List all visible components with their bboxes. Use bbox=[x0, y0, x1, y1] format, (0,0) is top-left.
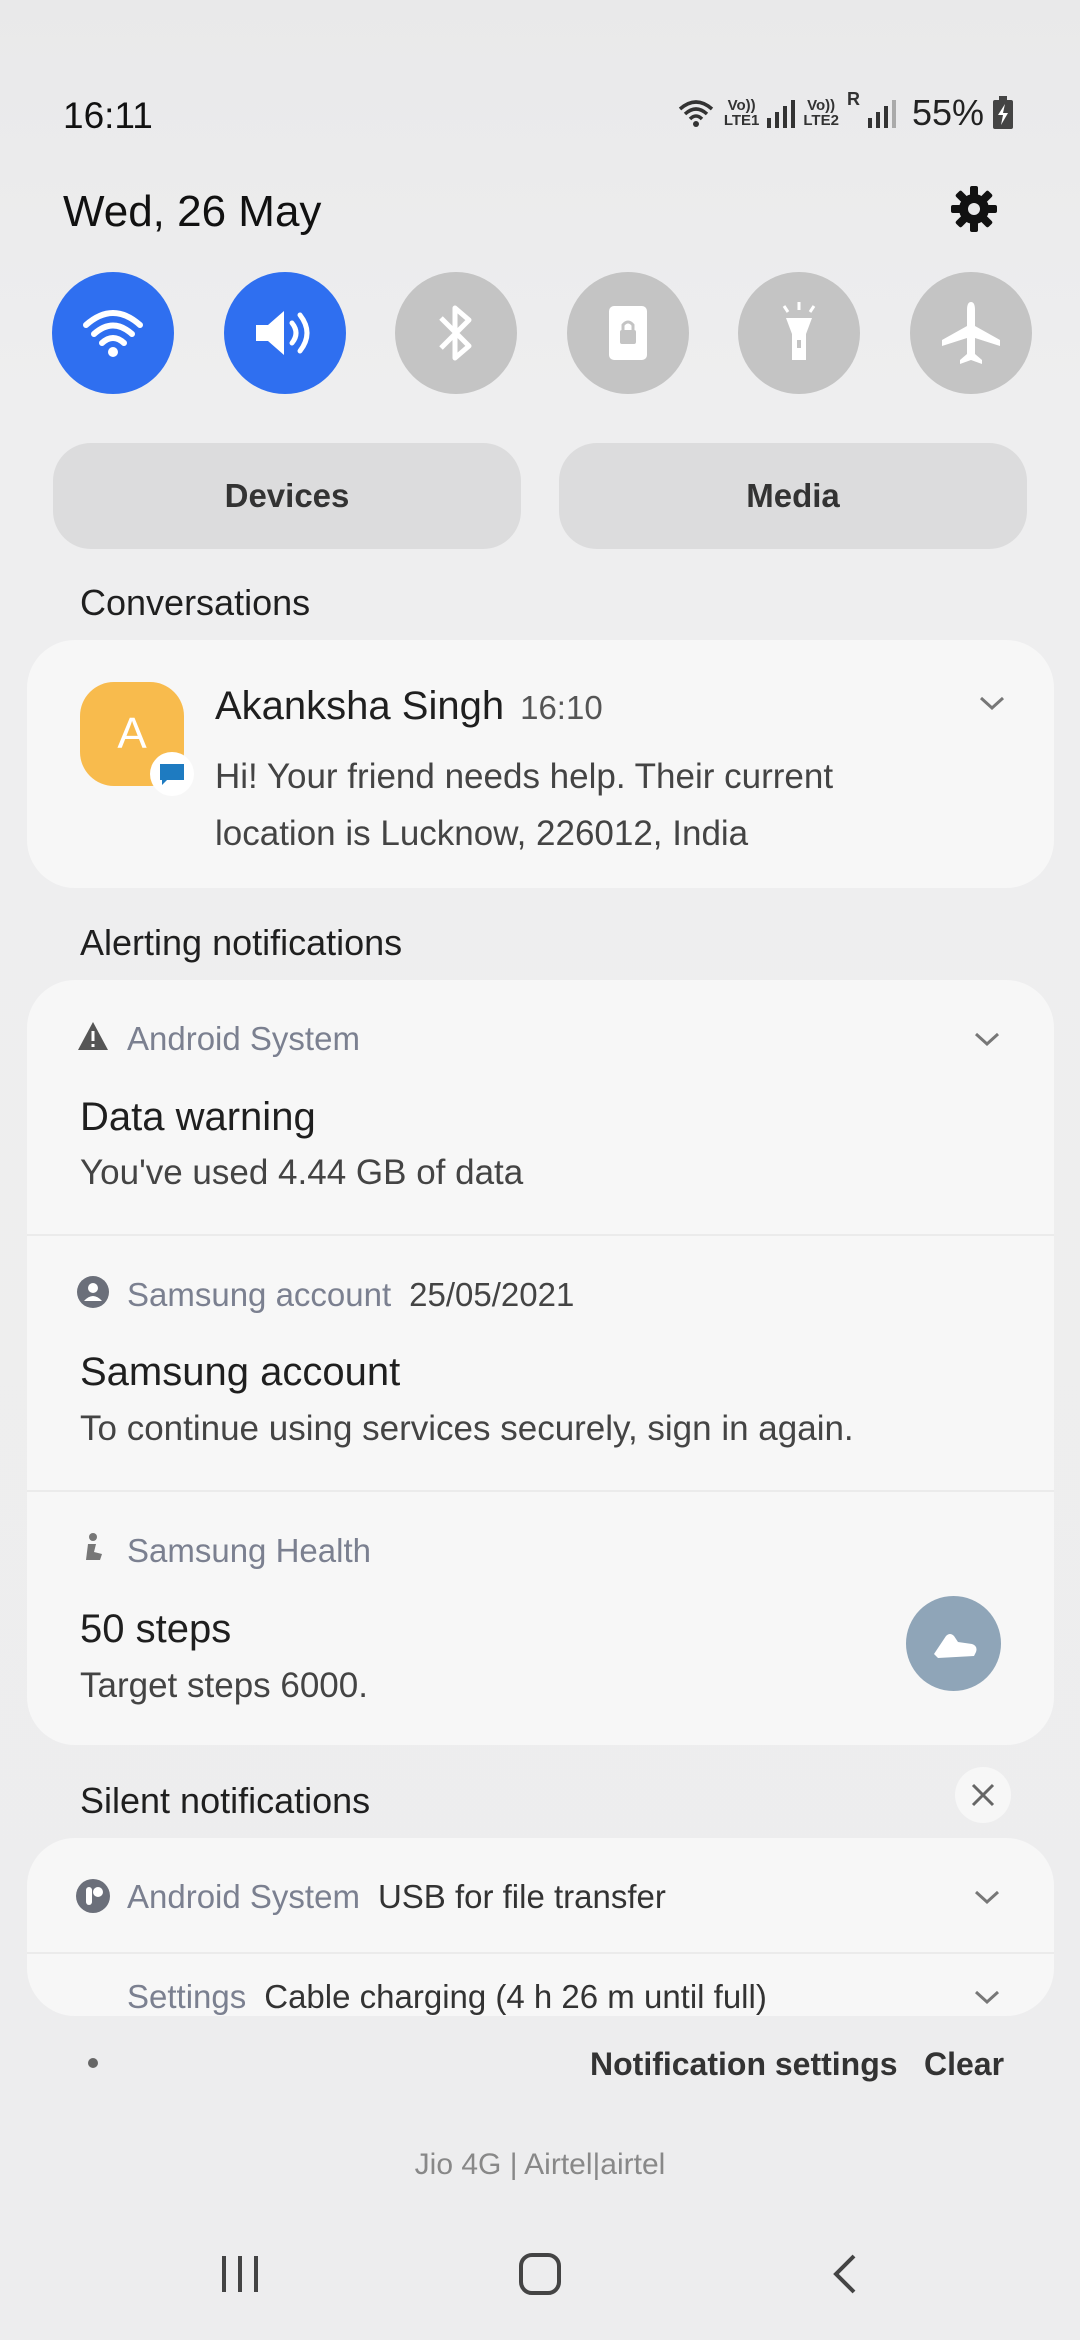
rotation-lock-toggle[interactable] bbox=[566, 272, 689, 394]
dismiss-silent-button[interactable] bbox=[955, 1767, 1011, 1823]
app-name: Settings bbox=[127, 1978, 247, 2015]
chevron-down-icon[interactable] bbox=[970, 1022, 1004, 1056]
chevron-down-icon[interactable] bbox=[970, 1980, 1004, 2014]
notification-title: Data warning bbox=[80, 1095, 316, 1139]
conversations-header: Conversations bbox=[80, 582, 311, 623]
notification-text: Cable charging (4 h 26 m until full) bbox=[264, 1978, 767, 2015]
page-indicator-dot bbox=[88, 2058, 98, 2068]
health-action-button[interactable] bbox=[906, 1596, 1001, 1691]
android-system-icon bbox=[76, 1879, 110, 1913]
notification-title: 50 steps bbox=[80, 1607, 232, 1651]
carrier-label: Jio 4G | Airtel|airtel bbox=[414, 2148, 666, 2181]
quick-settings-row bbox=[52, 272, 1032, 394]
notification-body: You've used 4.44 GB of data bbox=[80, 1153, 524, 1192]
silent-header: Silent notifications bbox=[80, 1780, 371, 1821]
chevron-down-icon[interactable] bbox=[970, 1880, 1004, 1914]
conversation-header: Akanksha Singh 16:10 bbox=[215, 684, 603, 729]
volume-icon bbox=[255, 311, 310, 355]
shoe-icon bbox=[933, 1633, 976, 1658]
message-time: 16:10 bbox=[520, 689, 603, 726]
app-name: Android System bbox=[127, 1020, 360, 1057]
settings-gear-icon[interactable] bbox=[948, 183, 1000, 235]
notification-body: To continue using services securely, sig… bbox=[80, 1409, 854, 1448]
notification-header: Android System USB for file transfer bbox=[127, 1878, 666, 1916]
signal-icon bbox=[767, 100, 796, 128]
sender-name: Akanksha Singh bbox=[215, 684, 505, 728]
back-icon[interactable] bbox=[824, 2252, 868, 2296]
warning-icon bbox=[78, 1022, 108, 1050]
health-runner-icon bbox=[86, 1533, 102, 1560]
wifi-toggle[interactable] bbox=[52, 272, 174, 394]
devices-button[interactable]: Devices bbox=[53, 443, 521, 549]
bluetooth-toggle[interactable] bbox=[395, 272, 518, 394]
battery-charging-icon bbox=[993, 96, 1013, 129]
signal-icon bbox=[867, 100, 896, 128]
notification-header: Settings Cable charging (4 h 26 m until … bbox=[127, 1978, 767, 2016]
wifi-icon bbox=[83, 310, 143, 357]
close-icon bbox=[971, 1783, 995, 1807]
wifi-status-icon bbox=[678, 100, 713, 127]
recents-icon[interactable] bbox=[218, 2252, 262, 2296]
app-name: Android System bbox=[127, 1878, 360, 1915]
sim1-label: Vo)) LTE1 bbox=[723, 97, 760, 129]
sim2-label: Vo)) LTE2 bbox=[803, 97, 839, 129]
airplane-icon bbox=[941, 302, 1000, 364]
notification-settings-button[interactable]: Notification settings bbox=[590, 2046, 898, 2083]
chevron-down-icon[interactable] bbox=[975, 686, 1009, 720]
airplane-toggle[interactable] bbox=[909, 272, 1032, 394]
media-button[interactable]: Media bbox=[559, 443, 1027, 549]
clear-button[interactable]: Clear bbox=[924, 2046, 1004, 2083]
status-time: 16:11 bbox=[63, 95, 153, 136]
home-icon[interactable] bbox=[518, 2252, 562, 2296]
notification-header: Samsung account 25/05/2021 bbox=[127, 1276, 574, 1314]
bluetooth-icon bbox=[439, 305, 472, 361]
lock-rotation-icon bbox=[608, 306, 647, 360]
flashlight-toggle[interactable] bbox=[738, 272, 861, 394]
alerting-header: Alerting notifications bbox=[80, 922, 403, 963]
roaming-indicator: R bbox=[846, 89, 860, 109]
account-icon bbox=[77, 1276, 109, 1308]
date: Wed, 26 May bbox=[63, 187, 322, 236]
message-text: Hi! Your friend needs help. Their curren… bbox=[215, 757, 834, 853]
notification-text: USB for file transfer bbox=[377, 1878, 666, 1915]
sound-toggle[interactable] bbox=[223, 272, 346, 394]
app-name: Samsung Health bbox=[127, 1532, 371, 1569]
flashlight-icon bbox=[783, 302, 816, 360]
notification-body: Target steps 6000. bbox=[80, 1666, 368, 1705]
app-name: Samsung account bbox=[127, 1276, 392, 1313]
battery-percent: 55% bbox=[911, 92, 984, 133]
status-icons: Vo)) LTE1 Vo)) LTE2 R 55% bbox=[676, 89, 1014, 134]
timestamp: 25/05/2021 bbox=[409, 1276, 575, 1313]
notification-title: Samsung account bbox=[80, 1350, 401, 1394]
message-badge-icon bbox=[150, 752, 194, 796]
